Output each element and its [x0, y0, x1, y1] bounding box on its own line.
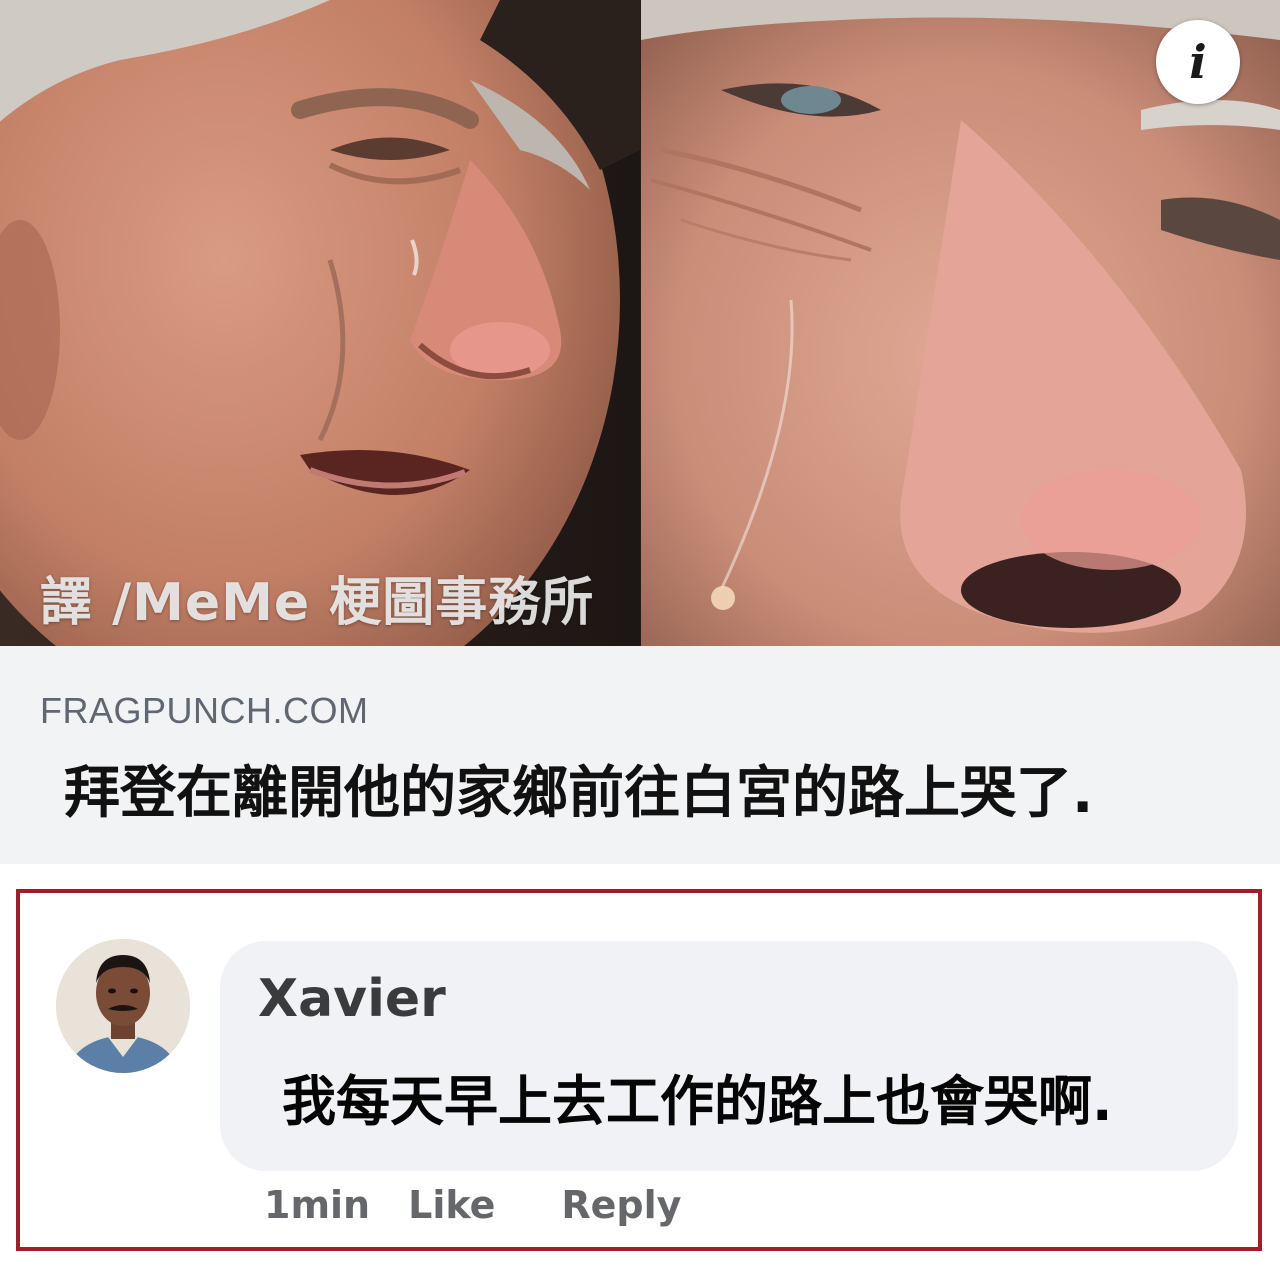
comment-text: 我每天早上去工作的路上也會哭啊.	[282, 1070, 1113, 1133]
comment-bubble: Xavier 我每天早上去工作的路上也會哭啊.	[220, 941, 1238, 1171]
comment-actions: 1min Like Reply	[264, 1183, 681, 1227]
link-title[interactable]: 拜登在離開他的家鄉前往白宮的路上哭了.	[64, 748, 1093, 829]
avatar[interactable]	[56, 939, 190, 1073]
link-domain: FRAGPUNCH.COM	[40, 690, 369, 731]
photo-left	[0, 0, 640, 646]
comment-timestamp[interactable]: 1min	[264, 1183, 370, 1227]
comment-author[interactable]: Xavier	[258, 969, 446, 1029]
highlighted-comment: Xavier 我每天早上去工作的路上也會哭啊. 1min Like Reply	[16, 889, 1262, 1251]
info-icon: i	[1189, 35, 1207, 89]
like-button[interactable]: Like	[408, 1183, 495, 1227]
post-photos: 譯 /MeMe 梗圖事務所 i	[0, 0, 1280, 646]
info-button[interactable]: i	[1156, 20, 1240, 104]
reply-button[interactable]: Reply	[561, 1183, 681, 1227]
watermark-text: 譯 /MeMe 梗圖事務所	[40, 573, 595, 633]
meme-post: 譯 /MeMe 梗圖事務所 i FRAGPUNCH.COM 拜登在離開他的家鄉前…	[0, 0, 1280, 1280]
link-preview[interactable]: FRAGPUNCH.COM 拜登在離開他的家鄉前往白宮的路上哭了.	[0, 646, 1280, 864]
